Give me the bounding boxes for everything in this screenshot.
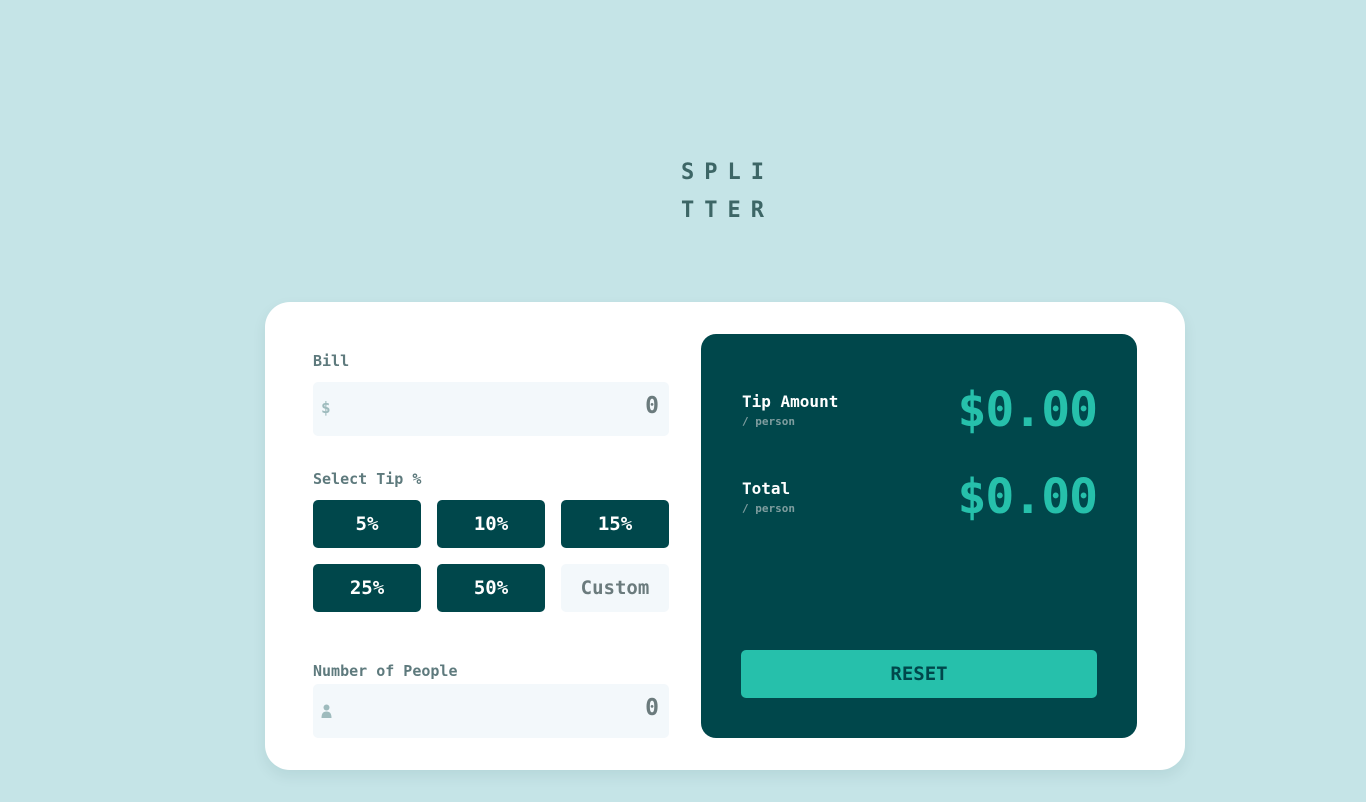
tip-custom-input[interactable]: Custom xyxy=(561,564,669,612)
tip-amount-sub: / person xyxy=(742,415,795,428)
person-icon xyxy=(321,703,332,722)
tip-5-button[interactable]: 5% xyxy=(313,500,421,548)
logo-line-2: TTER xyxy=(681,198,774,223)
app-logo: SPLI TTER xyxy=(681,154,781,230)
reset-button[interactable]: RESET xyxy=(741,650,1097,698)
bill-input[interactable]: $ 0 xyxy=(313,382,669,436)
people-value: 0 xyxy=(645,695,659,721)
results-panel: Tip Amount / person $0.00 Total / person… xyxy=(701,334,1137,738)
dollar-icon: $ xyxy=(321,398,331,417)
bill-value: 0 xyxy=(645,393,659,419)
tip-50-button[interactable]: 50% xyxy=(437,564,545,612)
people-label: Number of People xyxy=(313,662,458,680)
tip-label: Select Tip % xyxy=(313,470,422,488)
tip-amount-value: $0.00 xyxy=(957,382,1098,438)
total-value: $0.00 xyxy=(957,469,1098,525)
total-sub: / person xyxy=(742,502,795,515)
total-label: Total xyxy=(742,479,791,498)
logo-line-1: SPLI xyxy=(681,160,774,185)
people-input[interactable]: 0 xyxy=(313,684,669,738)
tip-10-button[interactable]: 10% xyxy=(437,500,545,548)
tip-25-button[interactable]: 25% xyxy=(313,564,421,612)
tip-15-button[interactable]: 15% xyxy=(561,500,669,548)
bill-label: Bill xyxy=(313,352,350,370)
tip-amount-label: Tip Amount xyxy=(742,392,839,411)
calculator-card: Bill $ 0 Select Tip % 5% 10% 15% 25% 50%… xyxy=(265,302,1185,770)
